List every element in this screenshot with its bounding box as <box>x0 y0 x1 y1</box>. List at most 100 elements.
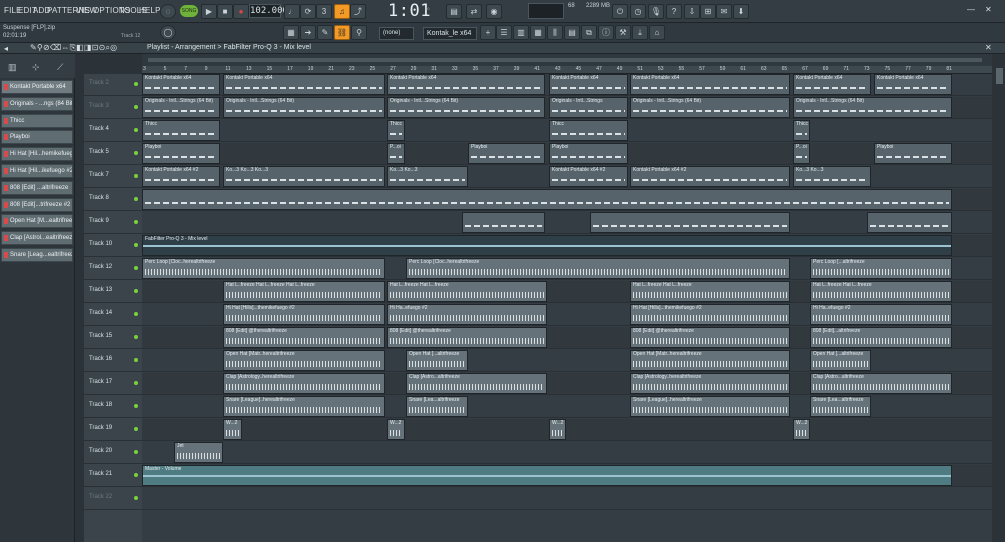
playlist-clip[interactable]: 808 [Edit]...altrifreeze <box>810 327 952 348</box>
track-header[interactable]: Track 7 <box>84 166 142 188</box>
track-enable-led[interactable] <box>134 82 138 86</box>
playlist-clip[interactable]: 808 [Edit] @therealtrifreeze <box>387 327 547 348</box>
master-volume-knob-icon[interactable]: ◯ <box>160 25 176 40</box>
playlist-clip[interactable]: Hat L..freeze Hat L..freeze <box>630 281 790 302</box>
playlist-clip[interactable]: Clap [Astrology..herealtrifreeze <box>630 373 790 394</box>
track-header[interactable]: Track 13 <box>84 281 142 303</box>
countdown-icon[interactable]: 3 <box>316 4 332 19</box>
brush-icon[interactable]: ⚲ <box>351 25 367 40</box>
piano-icon[interactable]: ▦ <box>283 25 299 40</box>
export-icon[interactable]: ⤓ <box>632 25 648 40</box>
record-icon[interactable]: ● <box>233 4 249 19</box>
playlist-clip[interactable]: Thicc <box>793 120 810 141</box>
track-enable-led[interactable] <box>134 496 138 500</box>
clock-icon[interactable]: ◷ <box>630 4 646 19</box>
playlist-clip[interactable]: Hi Ha..efuego #2 <box>387 304 547 325</box>
clip-list-item[interactable]: Kontakt Portable x64 <box>1 80 73 94</box>
track-enable-led[interactable] <box>134 473 138 477</box>
track-header[interactable]: Track 15 <box>84 327 142 349</box>
arrow-right-icon[interactable]: ➔ <box>300 25 316 40</box>
clip-list-item[interactable]: Originals - ...ngs (84 Bit) <box>1 96 73 111</box>
track-header[interactable]: Track 16 <box>84 350 142 372</box>
playlist-clip[interactable]: Thicc <box>142 120 220 141</box>
track-header[interactable]: Track 22 <box>84 488 142 510</box>
track-enable-led[interactable] <box>134 450 138 454</box>
playlist-clip[interactable]: Kontakt Portable x64 #2 <box>142 166 220 187</box>
track-enable-led[interactable] <box>134 151 138 155</box>
playlist-clip[interactable] <box>867 212 952 233</box>
info-icon[interactable]: ⓘ <box>598 25 614 40</box>
pattern-select[interactable]: (none) <box>379 27 414 40</box>
clip-list-item[interactable]: Clap [Astrol...ealtrifreeze <box>1 231 73 246</box>
playlist-clip[interactable]: Hi Hat [Hills]...themikefuego #2 <box>630 304 790 325</box>
playlist-clip[interactable]: Perc Loop [Cloc..herealtrifreeze <box>406 258 790 279</box>
playlist-clip[interactable]: Open Hat [Matr..herealtrifreeze <box>630 350 790 371</box>
playlist-clip[interactable]: Hat L..freeze Hat L..freeze <box>810 281 952 302</box>
tools-icon[interactable]: ⚒ <box>615 25 631 40</box>
playlist-clip[interactable]: Open Hat [...altrifreeze <box>406 350 468 371</box>
wait-icon[interactable]: ⟳ <box>300 4 316 19</box>
close-icon[interactable]: ✕ <box>985 5 992 14</box>
track-header[interactable]: Track 8 <box>84 189 142 211</box>
playlist-clip[interactable]: Playboi <box>468 143 545 164</box>
browser-icon[interactable]: ▤ <box>564 25 580 40</box>
song-mode-toggle[interactable]: SONG <box>180 5 198 17</box>
playlist-clip[interactable]: P...oi <box>793 143 810 164</box>
track-enable-led[interactable] <box>134 427 138 431</box>
clip-list-item[interactable]: Snare [Leag...ealtrifreeze <box>1 248 73 262</box>
help-icon[interactable]: ? <box>666 4 682 19</box>
playlist-clip[interactable]: Kontakt Portable x64 #2 <box>630 166 790 187</box>
playlist-clip[interactable]: Kontakt Portable x64 <box>223 74 385 95</box>
vertical-scrollbar[interactable] <box>994 54 1005 542</box>
download-icon[interactable]: ⇩ <box>684 4 700 19</box>
channel-rack-icon[interactable]: ▦ <box>530 25 546 40</box>
track-header[interactable]: Track 3 <box>84 97 142 119</box>
playlist-clip[interactable]: Originals - Intl...Strings <box>549 97 628 118</box>
track-enable-led[interactable] <box>134 243 138 247</box>
timeline-ruler[interactable]: 3 5 7 9 11 13 15 17 19 21 23 25 27 29 31 33 35 37 39 41 43 45… <box>142 66 992 74</box>
playlist-clip[interactable]: W...2 <box>387 419 405 440</box>
track-enable-led[interactable] <box>134 197 138 201</box>
track-enable-led[interactable] <box>134 128 138 132</box>
track-enable-led[interactable] <box>134 105 138 109</box>
playlist-clip[interactable]: Perc Loop [Cloc..herealtrifreeze <box>142 258 385 279</box>
chat-icon[interactable]: ✉ <box>716 4 732 19</box>
update-icon[interactable]: ⬇ <box>733 4 749 19</box>
playlist-clip[interactable]: W...2 <box>223 419 242 440</box>
playlist-clip[interactable]: Open Hat [Matr..herealtrifreeze <box>223 350 385 371</box>
tool-icons[interactable]: ✎⚲⊘⌫⇔⎘◧◨⊡⊙⌕◎ <box>30 43 117 53</box>
channel-select[interactable]: Kontak_le x64 <box>423 27 477 40</box>
pencil-icon[interactable]: ✎ <box>317 25 333 40</box>
playlist-clip[interactable]: P...oi <box>387 143 405 164</box>
track-header[interactable]: Track 4 <box>84 120 142 142</box>
vertical-scroll-thumb[interactable] <box>996 68 1003 84</box>
track-header[interactable]: Track 19 <box>84 419 142 441</box>
track-lane[interactable] <box>142 442 992 464</box>
menu-arrow-icon[interactable]: ◂ <box>4 44 8 53</box>
track-enable-led[interactable] <box>134 335 138 339</box>
clip-list-item[interactable]: 808 [Edit] ...altrifreeze <box>1 180 73 195</box>
playlist-clip[interactable]: Hat L..freeze Hat L..freeze Hat L..freez… <box>223 281 385 302</box>
track-lane[interactable] <box>142 212 992 234</box>
mixer-icon[interactable]: ⫼ <box>547 25 563 40</box>
add-icon[interactable]: + <box>480 25 496 40</box>
track-header[interactable]: Track 20 <box>84 442 142 464</box>
clip-list-item[interactable]: Open Hat [M...ealtrifreeze <box>1 214 73 229</box>
playlist-clip[interactable]: Master - Volume <box>142 465 952 486</box>
playlist-clip[interactable]: Snare [Lea...altrifreeze <box>406 396 468 417</box>
pattern-tab-icon[interactable]: ▥ <box>8 62 17 73</box>
playlist-clip[interactable]: Kontakt Portable x64 <box>630 74 790 95</box>
clip-list-item[interactable]: 808 [Edit]...trifreeze #2 <box>1 197 73 212</box>
playlist-clip[interactable]: Hi Hat [Hills]...themikefuego #2 <box>223 304 385 325</box>
mic-icon[interactable]: 🎙 <box>648 4 664 19</box>
track-enable-led[interactable] <box>134 312 138 316</box>
tempo-display[interactable]: 102.000 <box>249 4 288 18</box>
playlist-clip[interactable]: Open Hat [...altrifreeze <box>810 350 871 371</box>
playlist-clip[interactable]: W...2 <box>549 419 566 440</box>
playlist-clip[interactable]: 808 [Edit] @therealtrifreeze <box>630 327 790 348</box>
playlist-clip[interactable]: Originals - Intl...Strings (64 Bit) <box>630 97 790 118</box>
track-header[interactable]: Track 17 <box>84 373 142 395</box>
track-header[interactable]: Track 10 <box>84 235 142 257</box>
playlist-clip[interactable]: Snare [League]..herealtrifreeze <box>223 396 385 417</box>
playlist-clip[interactable] <box>590 212 790 233</box>
